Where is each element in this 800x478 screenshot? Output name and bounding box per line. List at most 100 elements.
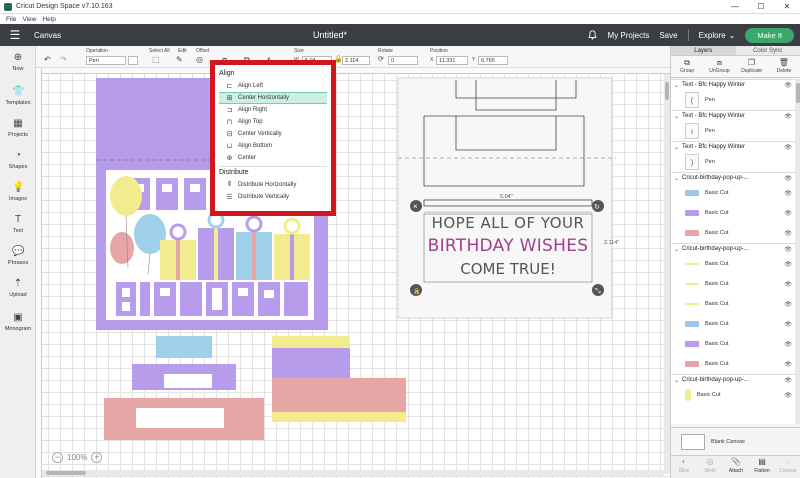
layer-row[interactable]: ) Pen: [671, 152, 795, 172]
color-swatch[interactable]: [685, 389, 691, 401]
text-hope-all[interactable]: HOPE ALL OF YOUR: [424, 214, 592, 232]
text-tool[interactable]: T Text: [0, 214, 36, 234]
color-swatch[interactable]: [685, 283, 699, 285]
x-input[interactable]: 11.331: [436, 56, 468, 65]
eye-icon[interactable]: 👁: [784, 144, 792, 151]
align-left-option[interactable]: ⊏ Align Left: [219, 80, 327, 92]
layer-row[interactable]: Basic Cut 👁: [671, 203, 795, 223]
scroll-thumb[interactable]: [796, 83, 800, 103]
new-tool[interactable]: ⊕ New: [0, 52, 36, 72]
eye-icon[interactable]: 👁: [784, 190, 792, 197]
explore-dropdown[interactable]: Explore ⌄: [699, 31, 736, 40]
color-swatch[interactable]: [685, 361, 699, 367]
templates-tool[interactable]: 👕 Templates: [0, 86, 36, 106]
eye-icon[interactable]: 👁: [784, 377, 792, 384]
pen-color-swatch[interactable]: [128, 56, 138, 65]
contour-button[interactable]: ◌ Contour: [775, 456, 800, 478]
eye-icon[interactable]: 👁: [784, 301, 792, 308]
distribute-vertically-option[interactable]: ☰ Distribute Vertically: [219, 191, 327, 203]
slice-button[interactable]: ◐ Slice: [671, 456, 697, 478]
layer-row[interactable]: (Pen: [671, 90, 795, 110]
minimize-button[interactable]: —: [722, 0, 748, 14]
eye-icon[interactable]: 👁: [784, 321, 792, 328]
my-projects-link[interactable]: My Projects: [608, 31, 650, 40]
operation-select[interactable]: Pen: [86, 56, 126, 65]
align-top-option[interactable]: ⊓ Align Top: [219, 116, 327, 128]
layer-group[interactable]: ⌄ Cricut-birthday-pop-up-... 👁: [671, 243, 795, 254]
maximize-button[interactable]: ☐: [748, 0, 774, 14]
images-tool[interactable]: 💡 Images: [0, 182, 36, 202]
eye-icon[interactable]: 👁: [784, 361, 792, 368]
layer-row[interactable]: Basic Cut 👁: [671, 254, 795, 274]
eye-icon[interactable]: 👁: [784, 392, 792, 399]
color-swatch[interactable]: [685, 263, 699, 265]
distribute-horizontally-option[interactable]: ⫴ Distribute Horizontally: [219, 179, 327, 191]
text-come-true[interactable]: COME TRUE!: [424, 260, 592, 278]
save-button[interactable]: Save: [659, 31, 677, 40]
delete-button[interactable]: 🗑 Delete: [768, 56, 800, 77]
center-vertically-option[interactable]: ⊟ Center Vertically: [219, 128, 327, 140]
edit-icon[interactable]: ✎: [176, 55, 183, 64]
blank-canvas-thumbnail[interactable]: [681, 433, 705, 450]
align-bottom-option[interactable]: ⊔ Align Bottom: [219, 140, 327, 152]
attach-button[interactable]: 📎 Attach: [723, 456, 749, 478]
make-it-button[interactable]: Make It: [745, 27, 794, 43]
layers-scrollbar[interactable]: [795, 79, 800, 424]
chevron-down-icon[interactable]: ⌄: [674, 377, 682, 384]
phrases-tool[interactable]: 💬 Phrases: [0, 246, 36, 266]
height-input[interactable]: 2.114: [342, 56, 370, 65]
eye-icon[interactable]: 👁: [784, 113, 792, 120]
eye-icon[interactable]: 👁: [784, 246, 792, 253]
menu-view[interactable]: View: [22, 16, 36, 23]
redo-icon[interactable]: ↷: [60, 55, 67, 64]
layer-group[interactable]: ⌄ Cricut-birthday-pop-up-... 👁: [671, 374, 795, 385]
select-all-icon[interactable]: ⬚: [152, 55, 160, 64]
y-input[interactable]: 6.765: [478, 56, 508, 65]
flatten-button[interactable]: ▤ Flatten: [749, 456, 775, 478]
chevron-down-icon[interactable]: ⌄: [674, 246, 682, 253]
align-right-option[interactable]: ⊐ Align Right: [219, 104, 327, 116]
ungroup-button[interactable]: ⧈ UnGroup: [703, 56, 735, 77]
color-swatch[interactable]: [685, 321, 699, 327]
text-birthday-wishes[interactable]: BIRTHDAY WISHES: [424, 236, 592, 256]
eye-icon[interactable]: 👁: [784, 341, 792, 348]
color-swatch[interactable]: [685, 230, 699, 236]
tab-color-sync[interactable]: Color Sync: [735, 46, 800, 55]
chevron-down-icon[interactable]: ⌄: [674, 144, 682, 151]
color-swatch[interactable]: [685, 341, 699, 347]
close-window-button[interactable]: ✕: [774, 0, 800, 14]
layer-group[interactable]: ⌄ Text - Bfc Happy Winter 👁: [671, 79, 795, 90]
layer-row[interactable]: Basic Cut 👁: [671, 223, 795, 243]
center-option[interactable]: ⊕ Center: [219, 152, 327, 164]
tab-layers[interactable]: Layers: [671, 46, 736, 55]
design-canvas[interactable]: × ↻ 🔒 ⤡ 5.04" 2.114" HOPE ALL OF YOUR BI…: [36, 68, 670, 478]
projects-tool[interactable]: ▦ Projects: [0, 118, 36, 138]
layer-row[interactable]: Basic Cut 👁: [671, 294, 795, 314]
eye-icon[interactable]: 👁: [784, 281, 792, 288]
upload-tool[interactable]: ⇡ Upload: [0, 278, 36, 298]
menu-help[interactable]: Help: [42, 16, 55, 23]
group-button[interactable]: ⧉ Group: [671, 56, 703, 77]
layer-row[interactable]: Basic Cut 👁: [671, 183, 795, 203]
center-horizontally-option[interactable]: ⊞ Center Horizontally: [219, 92, 327, 104]
canvas-horizontal-scrollbar[interactable]: [42, 470, 664, 476]
eye-icon[interactable]: 👁: [784, 261, 792, 268]
undo-icon[interactable]: ↶: [44, 55, 51, 64]
color-swatch[interactable]: [685, 303, 699, 305]
offset-icon[interactable]: ◎: [196, 55, 203, 64]
eye-icon[interactable]: 👁: [784, 230, 792, 237]
eye-icon[interactable]: 👁: [784, 82, 792, 89]
scroll-thumb[interactable]: [46, 471, 86, 475]
layer-row[interactable]: Basic Cut 👁: [671, 274, 795, 294]
scroll-thumb[interactable]: [665, 82, 669, 100]
layer-row[interactable]: Basic Cut 👁: [671, 385, 795, 405]
weld-button[interactable]: ◎ Weld: [697, 456, 723, 478]
layer-group[interactable]: ⌄ Text - Bfc Happy Winter 👁: [671, 110, 795, 121]
color-swatch[interactable]: [685, 210, 699, 216]
shapes-tool[interactable]: ◔ Shapes: [0, 150, 36, 170]
layer-row[interactable]: Basic Cut 👁: [671, 314, 795, 334]
chevron-down-icon[interactable]: ⌄: [674, 82, 682, 89]
layer-group[interactable]: ⌄ Cricut-birthday-pop-up-... 👁: [671, 172, 795, 183]
layer-row[interactable]: ι Pen: [671, 121, 795, 141]
bell-icon[interactable]: [588, 30, 598, 40]
